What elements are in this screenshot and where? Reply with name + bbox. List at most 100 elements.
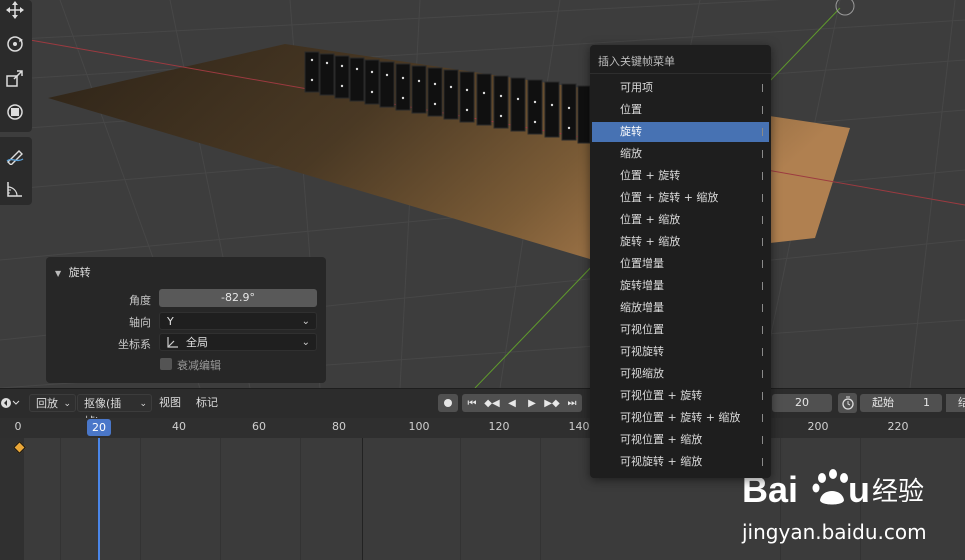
- pre-range-shade: [0, 438, 24, 560]
- submenu-marker-icon: [762, 238, 763, 246]
- annotate-tools-group: [0, 137, 32, 205]
- transform-tools-group: [0, 0, 32, 132]
- timeline-ruler[interactable]: 0 20 40 60 80 100 120 140 200 220: [0, 418, 965, 438]
- start-value: 1: [923, 396, 930, 409]
- menu-item-label: 位置 + 旋转 + 缩放: [620, 191, 719, 204]
- menu-item[interactable]: 缩放增量: [592, 298, 769, 318]
- jump-start-button[interactable]: ⏮: [462, 394, 482, 412]
- menu-item[interactable]: 可视缩放: [592, 364, 769, 384]
- menu-item[interactable]: 位置增量: [592, 254, 769, 274]
- axis-dropdown[interactable]: Y ⌄: [159, 312, 317, 330]
- chevron-down-icon: ⌄: [63, 399, 71, 409]
- submenu-marker-icon: [762, 216, 763, 224]
- end-frame-field[interactable]: 结: [946, 394, 965, 412]
- menu-item[interactable]: 可视位置 + 旋转: [592, 386, 769, 406]
- prev-keyframe-icon: ◆◀: [484, 397, 500, 409]
- menu-item[interactable]: 位置 + 旋转 + 缩放: [592, 188, 769, 208]
- menu-item[interactable]: 可用项: [592, 78, 769, 98]
- menu-item-label: 旋转: [620, 125, 642, 138]
- submenu-marker-icon: [762, 150, 763, 158]
- transform-tool-icon[interactable]: [2, 98, 28, 126]
- operator-panel-title: 旋转: [68, 266, 91, 279]
- menu-item-label: 缩放增量: [620, 301, 664, 314]
- current-frame-indicator[interactable]: 20: [87, 419, 111, 436]
- submenu-marker-icon: [762, 260, 763, 268]
- menu-item[interactable]: 位置 + 旋转: [592, 166, 769, 186]
- global-axes-icon: [167, 337, 178, 348]
- coord-system-label: 坐标系: [118, 338, 151, 351]
- submenu-marker-icon: [762, 172, 763, 180]
- menu-item[interactable]: 缩放: [592, 144, 769, 164]
- chevron-down-icon: ⌄: [301, 316, 310, 327]
- coord-system-dropdown[interactable]: 全局 ⌄: [159, 333, 317, 351]
- submenu-marker-icon: [762, 194, 763, 202]
- menu-item[interactable]: 旋转增量: [592, 276, 769, 296]
- menu-item-label: 可视位置 + 缩放: [620, 433, 703, 446]
- play-icon: ▶: [528, 397, 536, 409]
- svg-text:经验: 经验: [872, 477, 924, 507]
- record-button[interactable]: [438, 394, 458, 412]
- play-button[interactable]: ▶: [522, 394, 542, 412]
- scale-tool-icon[interactable]: [2, 64, 28, 92]
- annotate-tool-icon[interactable]: [2, 141, 28, 169]
- menu-item-label: 可用项: [620, 81, 653, 94]
- view-menu[interactable]: 视图: [159, 394, 181, 412]
- menu-item[interactable]: 旋转 + 缩放: [592, 232, 769, 252]
- keying-menu[interactable]: 抠像(插帧) ⌄: [77, 394, 152, 428]
- ruler-tick: 220: [887, 420, 909, 433]
- angle-field[interactable]: -82.9°: [159, 289, 317, 307]
- menu-item[interactable]: 可视位置: [592, 320, 769, 340]
- start-frame-field[interactable]: 起始 1: [860, 394, 942, 412]
- submenu-marker-icon: [762, 326, 763, 334]
- operator-panel: ▼ 旋转 角度 -82.9° 轴向 Y ⌄ 坐标系 全局 ⌄ 衰减编辑: [46, 257, 326, 383]
- clock-icon[interactable]: [838, 393, 857, 413]
- menu-item[interactable]: 旋转: [592, 122, 769, 142]
- prev-keyframe-button[interactable]: ◆◀: [482, 394, 502, 412]
- menu-item-label: 旋转增量: [620, 279, 664, 292]
- submenu-marker-icon: [762, 348, 763, 356]
- editor-type-icon[interactable]: [0, 394, 22, 412]
- grid-line: [60, 438, 61, 560]
- menu-item-label: 旋转 + 缩放: [620, 235, 681, 248]
- marker-menu[interactable]: 标记: [196, 394, 218, 412]
- collapse-triangle-icon[interactable]: ▼: [55, 269, 61, 278]
- next-keyframe-icon: ▶◆: [544, 397, 560, 409]
- submenu-marker-icon: [762, 414, 763, 422]
- baidu-watermark: Bai u 经验 jingyan.baidu.com: [742, 458, 965, 544]
- insert-keyframe-menu: 插入关键帧菜单 可用项 位置 旋转 缩放 位置 + 旋转 位置 + 旋转 + 缩放 位置 +…: [590, 45, 771, 478]
- menu-item-label: 可视旋转: [620, 345, 664, 358]
- submenu-marker-icon: [762, 458, 763, 466]
- submenu-marker-icon: [762, 304, 763, 312]
- submenu-marker-icon: [762, 84, 763, 92]
- ruler-tick: 140: [568, 420, 590, 433]
- menu-item-label: 位置: [620, 103, 642, 116]
- menu-item[interactable]: 可视旋转 + 缩放: [592, 452, 769, 472]
- menu-item[interactable]: 可视旋转: [592, 342, 769, 362]
- start-label: 起始: [872, 396, 894, 409]
- menu-item[interactable]: 可视位置 + 缩放: [592, 430, 769, 450]
- proportional-edit-checkbox[interactable]: [160, 358, 172, 370]
- playhead[interactable]: [98, 438, 100, 560]
- baidu-logo: Bai u 经验: [742, 469, 924, 510]
- ruler-tick: 80: [332, 420, 346, 433]
- grid-line: [300, 438, 301, 560]
- play-reverse-icon: ◀: [508, 397, 516, 409]
- measure-tool-icon[interactable]: [2, 175, 28, 203]
- jump-end-button[interactable]: ⏭: [562, 394, 582, 412]
- submenu-marker-icon: [762, 392, 763, 400]
- play-reverse-button[interactable]: ◀: [502, 394, 522, 412]
- playback-menu[interactable]: 回放 ⌄: [29, 394, 76, 412]
- menu-item[interactable]: 可视位置 + 旋转 + 缩放: [592, 408, 769, 428]
- menu-item-label: 可视位置 + 旋转 + 缩放: [620, 411, 741, 424]
- menu-item[interactable]: 位置 + 缩放: [592, 210, 769, 230]
- 3d-viewport[interactable]: ▼ 旋转 角度 -82.9° 轴向 Y ⌄ 坐标系 全局 ⌄ 衰减编辑: [0, 0, 965, 388]
- operator-panel-header[interactable]: ▼ 旋转: [55, 264, 91, 280]
- menu-item-label: 可视缩放: [620, 367, 664, 380]
- current-frame-field[interactable]: 20: [772, 394, 832, 412]
- next-keyframe-button[interactable]: ▶◆: [542, 394, 562, 412]
- menu-item[interactable]: 位置: [592, 100, 769, 120]
- menu-item-label: 位置 + 缩放: [620, 213, 681, 226]
- grid-line: [460, 438, 461, 560]
- move-tool-icon[interactable]: [2, 0, 28, 24]
- rotate-tool-icon[interactable]: [2, 30, 28, 58]
